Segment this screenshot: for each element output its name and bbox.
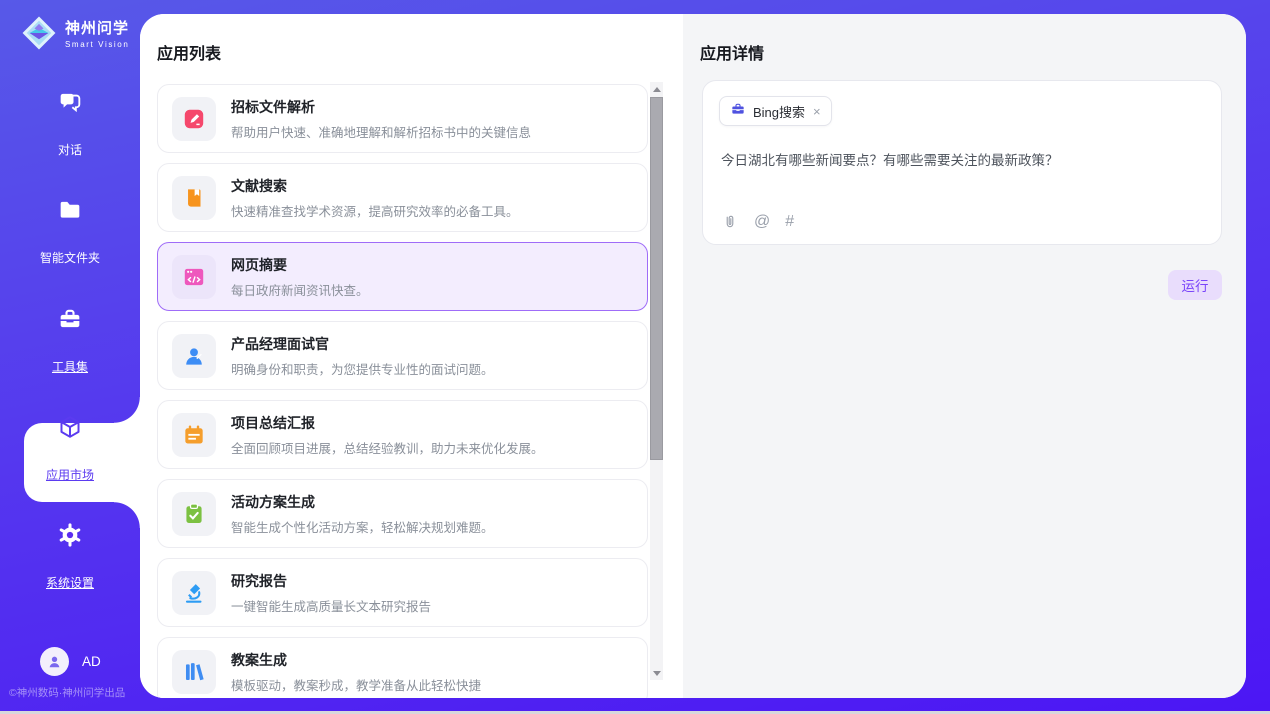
- brand-logo: 神州问学 Smart Vision: [18, 12, 129, 54]
- app-desc: 明确身份和职责，为您提供专业性的面试问题。: [231, 359, 494, 378]
- app-name: 研究报告: [231, 571, 431, 591]
- calendar-icon: [172, 413, 216, 457]
- chat-icon: [0, 88, 140, 116]
- app-card-bid-parse[interactable]: 招标文件解析 帮助用户快速、准确地理解和解析招标书中的关键信息: [157, 84, 648, 153]
- sidebar-item-chat[interactable]: 对话: [0, 88, 140, 159]
- app-card-lit-search[interactable]: 文献搜索 快速精准查找学术资源，提高研究效率的必备工具。: [157, 163, 648, 232]
- clipboard-check-icon: [172, 492, 216, 536]
- app-desc: 智能生成个性化活动方案，轻松解决规划难题。: [231, 517, 494, 536]
- list-scrollbar[interactable]: [650, 82, 663, 680]
- diamond-logo-icon: [18, 12, 60, 54]
- app-list-title: 应用列表: [157, 40, 221, 64]
- person-icon: [45, 652, 64, 671]
- app-desc: 模板驱动，教案秒成，教学准备从此轻松快捷: [231, 675, 481, 694]
- at-icon[interactable]: @: [754, 213, 770, 231]
- app-name: 项目总结汇报: [231, 413, 544, 433]
- sidebar: 神州问学 Smart Vision 对话 智能文件夹 工具集 应用市场 系统设置…: [0, 0, 140, 698]
- app-list-panel: 应用列表 招标文件解析 帮助用户快速、准确地理解和解析招标书中的关键信息 文献搜…: [140, 14, 683, 698]
- webpage-icon: [172, 255, 216, 299]
- toolbox-icon: [0, 305, 140, 333]
- app-desc: 帮助用户快速、准确地理解和解析招标书中的关键信息: [231, 122, 531, 141]
- paperclip-icon[interactable]: [721, 213, 739, 231]
- user-row[interactable]: AD: [40, 647, 101, 676]
- sidebar-item-toolset[interactable]: 工具集: [0, 305, 140, 376]
- app-desc: 一键智能生成高质量长文本研究报告: [231, 596, 431, 615]
- microscope-icon: [172, 571, 216, 615]
- app-card-pm-interview[interactable]: 产品经理面试官 明确身份和职责，为您提供专业性的面试问题。: [157, 321, 648, 390]
- prompt-card[interactable]: Bing搜索 × 今日湖北有哪些新闻要点？有哪些需要关注的最新政策？ @#: [702, 80, 1222, 245]
- cube-icon: [0, 413, 140, 441]
- sidebar-item-settings[interactable]: 系统设置: [0, 521, 140, 592]
- tool-chip-bing-search[interactable]: Bing搜索 ×: [719, 96, 832, 126]
- app-card-proj-report[interactable]: 项目总结汇报 全面回顾项目进展，总结经验教训，助力未来优化发展。: [157, 400, 648, 469]
- app-card-web-summary[interactable]: 网页摘要 每日政府新闻资讯快查。: [157, 242, 648, 311]
- sidebar-footer: ©神州数码·神州问学出品: [9, 685, 125, 700]
- book-icon: [172, 176, 216, 220]
- chip-close-icon[interactable]: ×: [813, 104, 821, 119]
- interviewer-icon: [172, 334, 216, 378]
- sidebar-item-app-market[interactable]: 应用市场: [0, 413, 140, 484]
- app-card-event-plan[interactable]: 活动方案生成 智能生成个性化活动方案，轻松解决规划难题。: [157, 479, 648, 548]
- scroll-up-arrow-icon[interactable]: [650, 82, 663, 96]
- app-detail-title: 应用详情: [700, 40, 764, 64]
- brand-tagline: Smart Vision: [65, 40, 129, 49]
- app-list: 招标文件解析 帮助用户快速、准确地理解和解析招标书中的关键信息 文献搜索 快速精…: [157, 84, 648, 698]
- app-desc: 快速精准查找学术资源，提高研究效率的必备工具。: [231, 201, 519, 220]
- app-desc: 每日政府新闻资讯快查。: [231, 280, 369, 299]
- prompt-input[interactable]: 今日湖北有哪些新闻要点？有哪些需要关注的最新政策？: [721, 149, 1201, 169]
- brand-name: 神州问学: [65, 17, 129, 38]
- avatar: [40, 647, 69, 676]
- app-desc: 全面回顾项目进展，总结经验教训，助力未来优化发展。: [231, 438, 544, 457]
- app-name: 招标文件解析: [231, 97, 531, 117]
- run-button[interactable]: 运行: [1168, 270, 1222, 300]
- app-detail-panel: 应用详情 Bing搜索 × 今日湖北有哪些新闻要点？有哪些需要关注的最新政策？ …: [683, 14, 1246, 698]
- folder-icon: [0, 196, 140, 224]
- composer-icons: @#: [721, 213, 794, 231]
- main-content: 应用列表 招标文件解析 帮助用户快速、准确地理解和解析招标书中的关键信息 文献搜…: [140, 14, 1246, 698]
- app-name: 网页摘要: [231, 255, 369, 275]
- app-card-lesson-plan[interactable]: 教案生成 模板驱动，教案秒成，教学准备从此轻松快捷: [157, 637, 648, 698]
- tool-chip-label: Bing搜索: [753, 102, 805, 121]
- sidebar-item-smart-folder[interactable]: 智能文件夹: [0, 196, 140, 267]
- app-name: 活动方案生成: [231, 492, 494, 512]
- gear-icon: [0, 521, 140, 549]
- hash-icon[interactable]: #: [785, 213, 794, 231]
- app-name: 教案生成: [231, 650, 481, 670]
- briefcase-icon: [730, 101, 746, 122]
- user-initials: AD: [82, 654, 101, 669]
- books-icon: [172, 650, 216, 694]
- scroll-down-arrow-icon[interactable]: [650, 666, 663, 680]
- scrollbar-thumb[interactable]: [650, 97, 663, 460]
- app-name: 文献搜索: [231, 176, 519, 196]
- app-card-research[interactable]: 研究报告 一键智能生成高质量长文本研究报告: [157, 558, 648, 627]
- app-name: 产品经理面试官: [231, 334, 494, 354]
- edit-doc-icon: [172, 97, 216, 141]
